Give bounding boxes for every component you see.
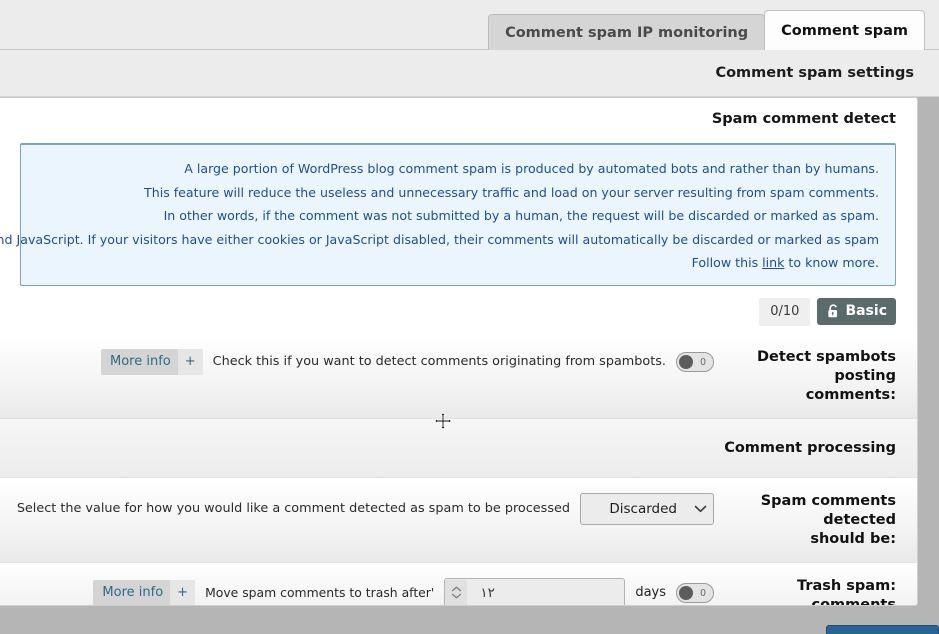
- plus-icon: +: [170, 579, 196, 605]
- spam-action-select-value: Discarded: [609, 500, 677, 517]
- chevron-down-icon: [687, 505, 713, 513]
- app-screen: Comment spam IP monitoring Comment spam …: [0, 0, 939, 634]
- more-info-label: More info: [110, 353, 171, 369]
- trash-spam-label: :Trash spam comments: [797, 577, 896, 606]
- panel-header-title: Spam comment detect: [711, 110, 896, 127]
- days-label: days: [635, 585, 666, 600]
- panel-header: Spam comment detect: [0, 98, 917, 139]
- more-info-link[interactable]: link: [762, 255, 784, 270]
- trash-spam-toggle-value: 0: [699, 587, 706, 599]
- number-stepper[interactable]: [445, 579, 468, 605]
- badge-row: Basic 0/10: [0, 286, 917, 334]
- settings-panel: Spam comment detect .A large portion of …: [0, 97, 918, 606]
- toggle-knob: [679, 354, 693, 369]
- notice-line-5-suffix: to know more: [784, 255, 875, 270]
- notice-line-2: .This feature will reduce the useless an…: [144, 184, 879, 200]
- detect-spambots-toggle[interactable]: 0: [676, 351, 714, 372]
- save-button[interactable]: [826, 625, 939, 634]
- spam-detected-label-line2: :should be: [810, 530, 896, 547]
- page-title-bar: Comment spam settings: [0, 50, 939, 97]
- trash-days-value: ١٢: [480, 584, 495, 601]
- row-trash-spam-comments: :Trash spam comments 0 days ١٢ 'Move spa…: [0, 562, 917, 606]
- unlock-icon: [827, 304, 840, 318]
- spam-action-select[interactable]: Discarded: [580, 492, 714, 525]
- bottom-strip: [0, 606, 939, 634]
- comment-processing-heading: Comment processing: [724, 439, 896, 456]
- notice-line-3: .In other words, if the comment was not …: [163, 208, 879, 223]
- notice-line-5: .Follow this link to know more: [37, 253, 879, 273]
- page-title: Comment spam settings: [715, 65, 914, 81]
- more-info-label: More info: [102, 584, 164, 600]
- spam-detected-hint: Select the value for how you would like …: [16, 500, 570, 516]
- spam-detected-controls: Discarded Select the value for how you w…: [17, 491, 714, 525]
- spam-detected-label-line1: Spam comments detected: [760, 492, 896, 528]
- tab-comment-spam-ip-monitoring[interactable]: Comment spam IP monitoring: [488, 14, 766, 50]
- section-comment-processing: Comment processing: [0, 418, 917, 478]
- basic-plan-badge[interactable]: Basic: [817, 298, 896, 325]
- trash-days-input[interactable]: ١٢: [444, 577, 626, 605]
- row-detect-spambots: Detect spambots posting :comments 0 .Che…: [0, 333, 917, 419]
- tab-comment-spam[interactable]: Comment spam: [764, 10, 925, 50]
- trash-spam-toggle[interactable]: 0: [676, 582, 714, 603]
- detect-spambots-label-line2: :comments: [805, 386, 896, 403]
- detect-spambots-label: Detect spambots posting :comments: [714, 347, 896, 405]
- toggle-knob: [679, 585, 693, 600]
- detect-spambots-label-line1: Detect spambots posting: [756, 348, 896, 384]
- trash-spam-more-info-button[interactable]: More info +: [93, 579, 196, 605]
- detect-spambots-hint: .Check this if you want to detect commen…: [212, 353, 666, 369]
- detect-spambots-toggle-value: 0: [699, 356, 706, 368]
- tab-strip: Comment spam IP monitoring Comment spam: [0, 0, 939, 50]
- info-notice-box: .A large portion of WordPress blog comme…: [0, 143, 896, 286]
- detect-spambots-controls: 0 .Check this if you want to detect comm…: [20, 347, 714, 375]
- detect-spambots-more-info-button[interactable]: More info +: [101, 348, 203, 375]
- spam-detected-label: Spam comments detected :should be: [714, 491, 896, 549]
- trash-spam-controls: 0 days ١٢ 'Move spam comments to trash a…: [20, 576, 714, 605]
- plus-icon: +: [177, 348, 203, 375]
- notice-line-1: .A large portion of WordPress blog comme…: [184, 161, 879, 176]
- usage-counter: 0/10: [759, 297, 811, 326]
- trash-spam-hint: 'Move spam comments to trash after: [205, 584, 435, 600]
- basic-badge-label: Basic: [845, 303, 887, 319]
- row-spam-comments-detected: Spam comments detected :should be Discar…: [0, 477, 917, 563]
- notice-line-4: ture uses cookies and JavaScript. If you…: [0, 231, 879, 247]
